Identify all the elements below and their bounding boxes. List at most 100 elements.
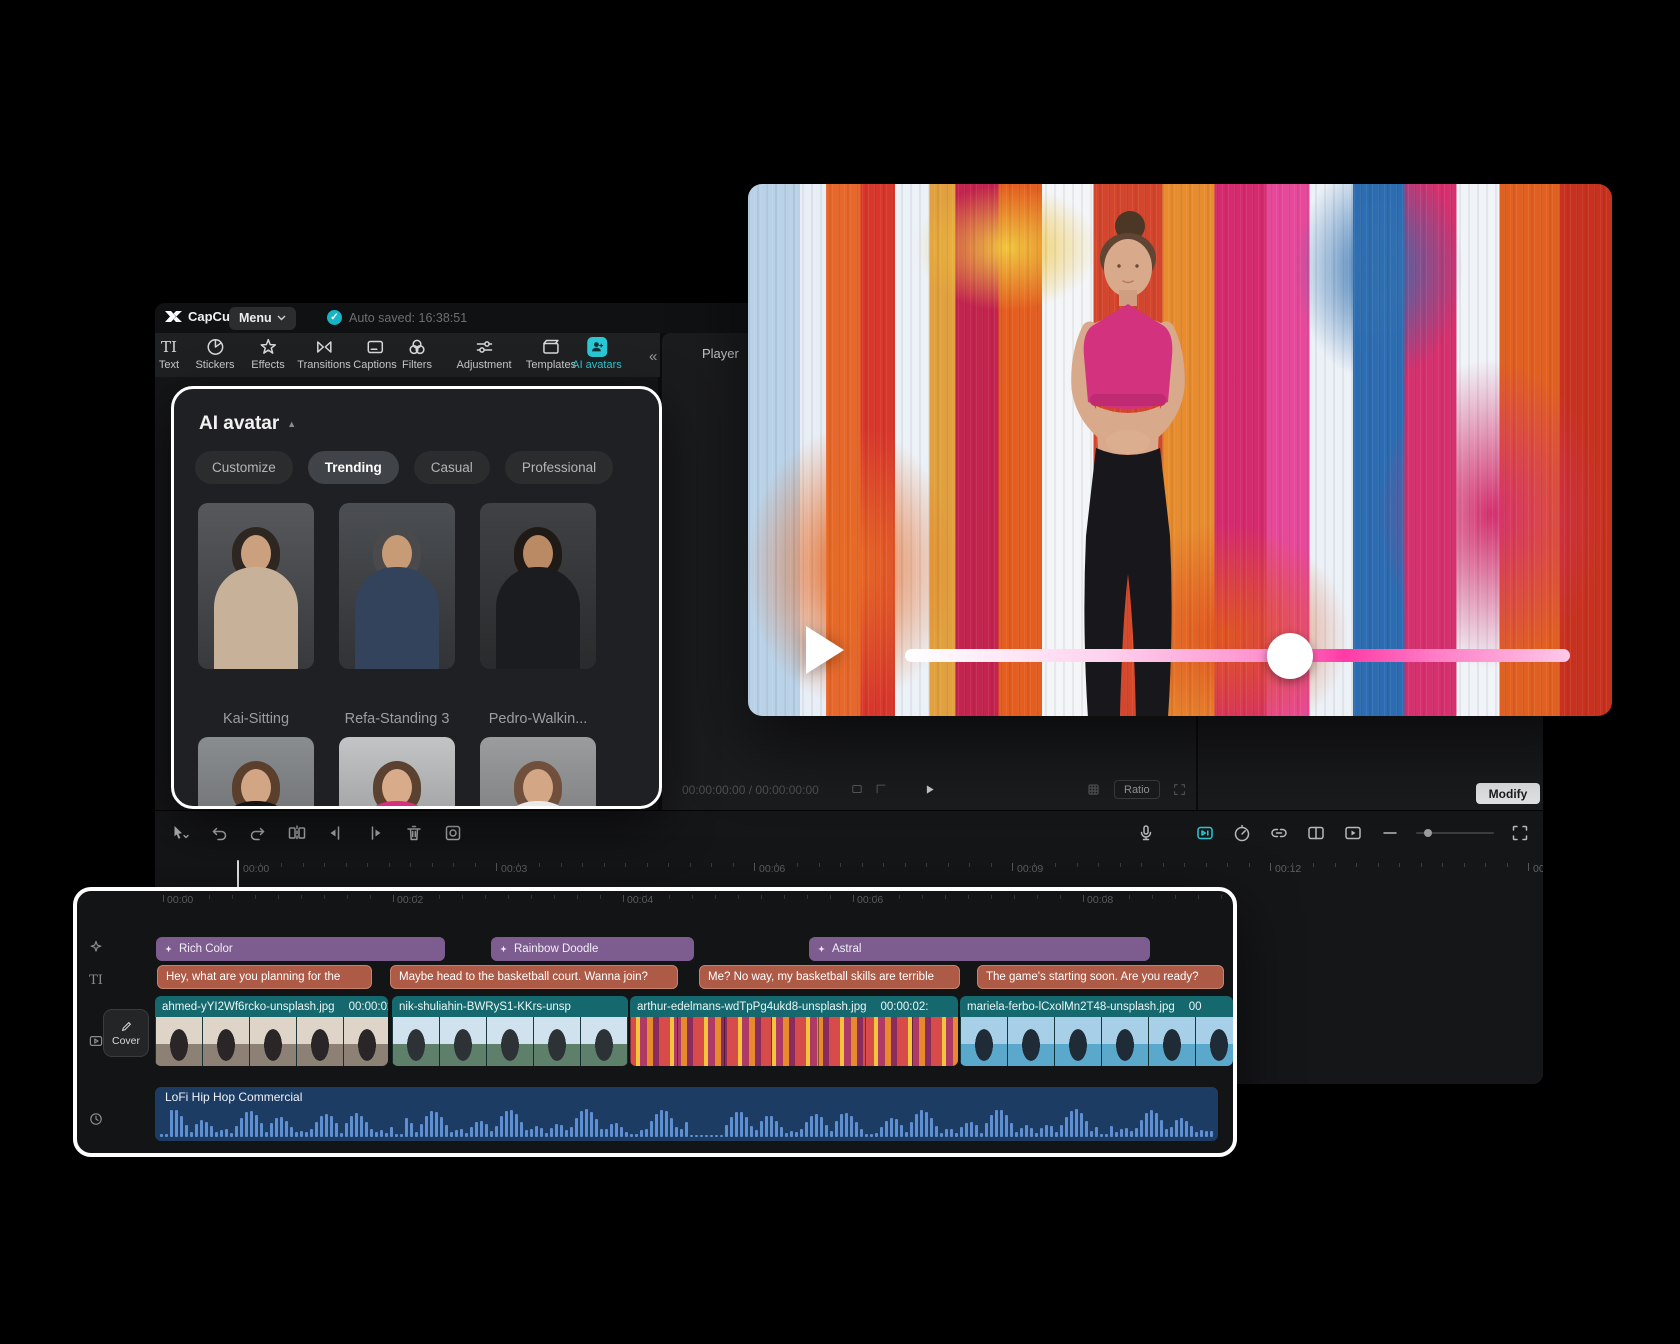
waveform-bar bbox=[1075, 1109, 1078, 1137]
avatar-card[interactable] bbox=[198, 503, 314, 669]
nav-tab-ai-avatars[interactable]: AI avatars bbox=[572, 337, 622, 371]
filter-chip-trending[interactable]: Trending bbox=[307, 451, 399, 484]
nav-tab-templates[interactable]: Templates bbox=[526, 337, 576, 371]
redo-icon[interactable] bbox=[247, 822, 269, 844]
waveform-bar bbox=[680, 1129, 683, 1137]
ratio-button[interactable]: Ratio bbox=[1114, 780, 1160, 799]
select-tool-icon[interactable] bbox=[169, 822, 191, 844]
nav-tab-captions[interactable]: Captions bbox=[353, 337, 397, 371]
waveform-bar bbox=[1040, 1128, 1043, 1137]
collapse-panel-icon[interactable]: « bbox=[643, 347, 663, 366]
menu-button[interactable]: Menu bbox=[229, 306, 296, 330]
waveform-bar bbox=[690, 1135, 693, 1137]
nav-tab-filters[interactable]: Filters bbox=[402, 337, 432, 371]
video-clip[interactable]: mariela-ferbo-lCxolMn2T48-unsplash.jpg 00 bbox=[960, 996, 1233, 1066]
video-clip-duration: 00:00:02 bbox=[348, 1000, 388, 1013]
ruler-tick bbox=[732, 863, 734, 867]
delete-icon[interactable] bbox=[403, 822, 425, 844]
waveform-bar bbox=[750, 1126, 753, 1137]
waveform-bar bbox=[970, 1122, 973, 1137]
timeline-ruler[interactable]: 00:00 00:03 00:06 00:09 00:12 00:15 bbox=[155, 860, 1543, 882]
frame-grid-icon[interactable] bbox=[1086, 782, 1101, 797]
ruler-tick bbox=[1129, 895, 1130, 899]
modify-button[interactable]: Modify bbox=[1476, 783, 1540, 804]
waveform-bar bbox=[800, 1129, 803, 1137]
waveform-bar bbox=[975, 1125, 978, 1137]
proportion-icon[interactable] bbox=[874, 782, 888, 796]
nav-tab-transitions[interactable]: Transitions bbox=[297, 337, 351, 371]
effect-clip[interactable]: Rich Color bbox=[156, 937, 445, 961]
audio-clip-title: LoFi Hip Hop Commercial bbox=[165, 1090, 303, 1104]
nav-tab-adjustment[interactable]: Adjustment bbox=[456, 337, 512, 371]
mic-icon[interactable] bbox=[1135, 822, 1157, 844]
waveform-bar bbox=[1005, 1115, 1008, 1137]
filter-chip-professional[interactable]: Professional bbox=[504, 451, 614, 484]
filter-chip-customize[interactable]: Customize bbox=[195, 451, 293, 484]
player-controls: 00:00:00:00 / 00:00:00:00 Ratio bbox=[662, 778, 1196, 802]
ruler-tick bbox=[969, 863, 970, 867]
effect-clip[interactable]: Rainbow Doodle bbox=[491, 937, 694, 961]
undo-icon[interactable] bbox=[208, 822, 230, 844]
waveform-bar bbox=[1045, 1125, 1048, 1137]
effect-clip[interactable]: Astral bbox=[809, 937, 1150, 961]
cover-button[interactable]: Cover bbox=[103, 1009, 149, 1057]
waveform-bar bbox=[380, 1130, 383, 1137]
audio-clip[interactable]: LoFi Hip Hop Commercial bbox=[155, 1087, 1218, 1141]
avatar-card[interactable] bbox=[198, 737, 314, 806]
ruler-tick bbox=[738, 895, 739, 899]
mask-icon[interactable] bbox=[442, 822, 464, 844]
transitions-icon bbox=[314, 337, 334, 357]
avatar-card[interactable] bbox=[480, 503, 596, 669]
waveform-bar bbox=[270, 1123, 273, 1137]
text-clip-content: The game's starting soon. Are you ready? bbox=[986, 971, 1199, 983]
video-clip[interactable]: arthur-edelmans-wdTpPg4ukd8-unsplash.jpg… bbox=[630, 996, 958, 1066]
play-overlay-button[interactable] bbox=[806, 626, 844, 674]
filter-chip-casual[interactable]: Casual bbox=[413, 451, 490, 484]
video-clip[interactable]: ahmed-yYI2Wf6rcko-unsplash.jpg 00:00:02 bbox=[155, 996, 388, 1066]
nav-tab-effects[interactable]: Effects bbox=[251, 337, 285, 371]
avatar-card[interactable] bbox=[339, 737, 455, 806]
trim-right-icon[interactable] bbox=[364, 822, 386, 844]
waveform-bar bbox=[240, 1118, 243, 1137]
link-icon[interactable] bbox=[1268, 822, 1290, 844]
video-clip[interactable]: nik-shuliahin-BWRyS1-KKrs-unsp bbox=[392, 996, 628, 1066]
text-clip[interactable]: Maybe head to the basketball court. Wann… bbox=[390, 965, 678, 989]
fullscreen-icon[interactable] bbox=[1172, 782, 1187, 797]
fit-icon[interactable] bbox=[1509, 822, 1531, 844]
timeline-zoom-slider[interactable] bbox=[1416, 829, 1494, 837]
nav-tab-text[interactable]: TI Text bbox=[159, 337, 179, 371]
ruler-tick bbox=[876, 895, 877, 899]
waveform-bar bbox=[1185, 1121, 1188, 1137]
display-mode-icon[interactable] bbox=[850, 782, 864, 796]
video-clip-filename: ahmed-yYI2Wf6rcko-unsplash.jpg bbox=[162, 1000, 335, 1013]
screen-record-icon[interactable] bbox=[1342, 822, 1364, 844]
video-clip-filmstrip bbox=[630, 1017, 958, 1066]
auto-cut-icon[interactable] bbox=[1194, 822, 1216, 844]
nav-tab-stickers[interactable]: Stickers bbox=[195, 337, 235, 371]
waveform-bar bbox=[790, 1131, 793, 1137]
split-screen-icon[interactable] bbox=[1305, 822, 1327, 844]
progress-bar[interactable] bbox=[905, 649, 1570, 662]
progress-knob[interactable] bbox=[1267, 633, 1313, 679]
text-clip[interactable]: Me? No way, my basketball skills are ter… bbox=[699, 965, 960, 989]
ruler-tick bbox=[1076, 863, 1078, 867]
split-icon[interactable] bbox=[286, 822, 308, 844]
zoom-out-icon[interactable] bbox=[1379, 822, 1401, 844]
avatar-card[interactable] bbox=[339, 503, 455, 669]
ruler-tick bbox=[324, 863, 325, 867]
ruler-tick bbox=[715, 895, 716, 899]
avatar-card[interactable] bbox=[480, 737, 596, 806]
waveform-bar bbox=[425, 1116, 428, 1137]
ruler-tick bbox=[508, 895, 509, 899]
speed-icon[interactable] bbox=[1231, 822, 1253, 844]
text-clip[interactable]: The game's starting soon. Are you ready? bbox=[977, 965, 1224, 989]
ruler-tick bbox=[496, 863, 497, 871]
text-clip[interactable]: Hey, what are you planning for the bbox=[157, 965, 372, 989]
ruler-tick bbox=[577, 895, 578, 899]
play-button[interactable] bbox=[922, 782, 937, 797]
collapse-up-icon[interactable]: ▲ bbox=[287, 419, 296, 429]
waveform-bar bbox=[1195, 1132, 1198, 1137]
waveform-bar bbox=[1210, 1131, 1213, 1137]
trim-left-icon[interactable] bbox=[325, 822, 347, 844]
zoom-slider-knob[interactable] bbox=[1424, 829, 1432, 837]
